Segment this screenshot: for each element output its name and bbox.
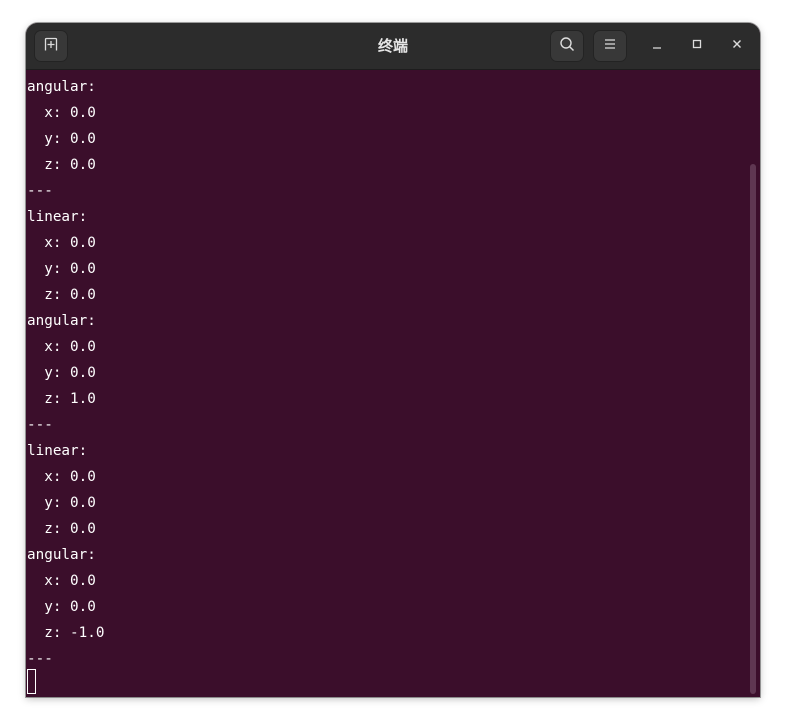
- terminal-line: linear:: [27, 209, 88, 225]
- terminal-line: z: 0.0: [27, 157, 96, 173]
- terminal-line: x: 0.0: [27, 469, 96, 485]
- scrollbar[interactable]: [750, 164, 756, 694]
- terminal-line: ---: [27, 417, 53, 433]
- terminal-line: y: 0.0: [27, 365, 96, 381]
- maximize-button[interactable]: [686, 35, 708, 57]
- hamburger-menu-icon: [603, 37, 617, 56]
- terminal-line: linear:: [27, 443, 88, 459]
- terminal-line: ---: [27, 651, 53, 667]
- terminal-line: y: 0.0: [27, 495, 96, 511]
- terminal-line: ---: [27, 183, 53, 199]
- terminal-line: y: 0.0: [27, 131, 96, 147]
- close-icon: [731, 37, 743, 55]
- terminal-line: angular:: [27, 547, 96, 563]
- title-bar: 终端: [26, 23, 760, 70]
- search-button[interactable]: [550, 30, 584, 62]
- terminal-line: angular:: [27, 313, 96, 329]
- terminal-line: x: 0.0: [27, 573, 96, 589]
- close-button[interactable]: [726, 35, 748, 57]
- terminal-line: z: 0.0: [27, 521, 96, 537]
- terminal-lines: angular: x: 0.0 y: 0.0 z: 0.0 --- linear…: [27, 74, 104, 672]
- terminal-line: y: 0.0: [27, 599, 96, 615]
- minimize-icon: [651, 37, 663, 55]
- search-icon: [559, 36, 575, 57]
- terminal-line: angular:: [27, 79, 96, 95]
- terminal-line: z: 0.0: [27, 287, 96, 303]
- terminal-line: x: 0.0: [27, 339, 96, 355]
- terminal-output-area[interactable]: angular: x: 0.0 y: 0.0 z: 0.0 --- linear…: [26, 70, 760, 697]
- terminal-line: x: 0.0: [27, 105, 96, 121]
- terminal-line: x: 0.0: [27, 235, 96, 251]
- menu-button[interactable]: [593, 30, 627, 62]
- maximize-icon: [691, 37, 703, 55]
- terminal-line: z: 1.0: [27, 391, 96, 407]
- terminal-line: z: -1.0: [27, 625, 105, 641]
- terminal-window: 终端 angular: x: 0.0 y: 0.0 z: 0.0 --- lin…: [26, 23, 760, 697]
- terminal-line: y: 0.0: [27, 261, 96, 277]
- text-cursor: [27, 669, 36, 694]
- minimize-button[interactable]: [646, 35, 668, 57]
